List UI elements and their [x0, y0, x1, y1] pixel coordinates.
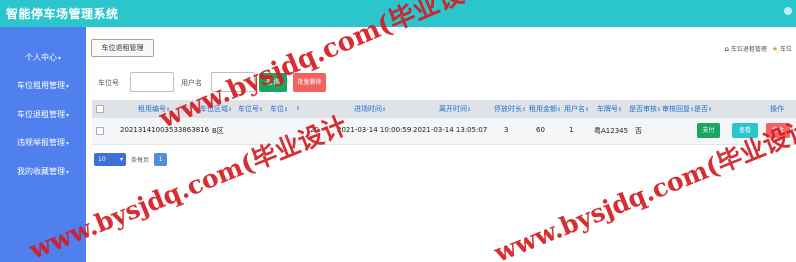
breadcrumb-item[interactable]: 车位	[780, 46, 792, 53]
cell-audited: 否	[635, 127, 642, 135]
col-spot-2[interactable]: 车位⇕	[270, 104, 288, 114]
sidebar-item-personal-center[interactable]: 个人中心▾	[0, 52, 86, 63]
sort-icon: ⇕	[467, 107, 472, 113]
cell-amount: 60	[536, 126, 545, 134]
col-actions: 操作	[770, 105, 784, 113]
sort-icon: ⇕	[657, 107, 662, 113]
col-duration[interactable]: 停放时长⇕	[494, 104, 526, 114]
per-page-label: 条每页	[131, 157, 150, 164]
row-checkbox[interactable]	[96, 127, 104, 135]
col-plate[interactable]: 车牌号⇕	[597, 104, 622, 114]
chevron-down-icon: ▾	[65, 140, 69, 147]
sort-icon: ⇕	[284, 107, 289, 113]
cell-duration: 3	[504, 126, 509, 134]
col-reply[interactable]: 审核回复⇕	[662, 104, 694, 114]
cell-rental-id: 20213141003533863816	[120, 126, 210, 134]
chevron-down-icon: ▾	[57, 55, 61, 62]
sidebar-item-violation-report[interactable]: 违规举报管理▾	[0, 137, 86, 148]
pay-button[interactable]: 支付	[697, 123, 720, 138]
main-content: 车位退租管理 ⌂ 车位退租管理 ★ 车位 车位号 用户名 查询 批量删除 租用编…	[86, 27, 796, 262]
page-size-select[interactable]: 10 ▾	[94, 153, 126, 166]
chevron-down-icon: ▾	[119, 156, 123, 163]
col-audited[interactable]: 是否审核⇕	[629, 104, 661, 114]
breadcrumb: ⌂ 车位退租管理 ★ 车位	[724, 44, 792, 53]
chevron-down-icon: ▾	[65, 169, 69, 176]
page-number-current[interactable]: 1	[154, 153, 167, 166]
tab-spot-return[interactable]: 车位退租管理	[91, 39, 154, 57]
sidebar-item-label: 我的收藏管理	[16, 167, 65, 176]
batch-delete-button[interactable]: 批量删除	[293, 73, 326, 92]
table-header: 租用编号⇕ 车位区域⇕ 车位号⇕ 车位⇕ ⇕ 进场时间⇕ 离开时间⇕ 停放时长⇕…	[92, 100, 796, 118]
sort-icon: ⇕	[585, 107, 590, 113]
spot-number-label: 车位号	[98, 79, 119, 87]
sidebar-item-spot-return[interactable]: 车位退租管理▾	[0, 109, 86, 120]
cell-area: B区	[212, 127, 224, 135]
sidebar-item-label: 违规举报管理	[16, 138, 65, 147]
col-hours[interactable]: ⇕	[296, 104, 300, 112]
sidebar-item-spot-rental[interactable]: 车位租用管理▾	[0, 80, 86, 91]
sort-icon: ⇕	[557, 107, 562, 113]
sort-icon: ⇕	[618, 107, 623, 113]
home-icon[interactable]: ⌂	[724, 45, 728, 53]
app-title: 智能停车场管理系统	[6, 7, 119, 21]
sort-icon: ⇕	[166, 107, 171, 113]
col-username[interactable]: 用户名⇕	[564, 104, 589, 114]
col-amount[interactable]: 租用金额⇕	[529, 104, 561, 114]
col-rental-id[interactable]: 租用编号⇕	[138, 104, 170, 114]
select-all-checkbox[interactable]	[96, 105, 104, 113]
col-paid[interactable]: 是否⇕	[694, 104, 712, 114]
cell-plate: 粤A12345	[594, 127, 629, 135]
top-header: 智能停车场管理系统	[0, 0, 796, 27]
user-avatar[interactable]	[784, 7, 792, 15]
cell-username: 1	[569, 126, 574, 134]
sort-icon: ⇕	[259, 107, 264, 113]
col-leave-time[interactable]: 离开时间⇕	[439, 104, 471, 114]
breadcrumb-item[interactable]: 车位退租管理	[731, 46, 767, 53]
sort-icon: ⇕	[296, 106, 301, 112]
cell-leave-time: 2021-03-14 13:05:07	[413, 126, 488, 134]
edit-button[interactable]: 修改	[766, 123, 790, 138]
chevron-down-icon: ▾	[65, 112, 69, 119]
sidebar-item-label: 个人中心	[24, 53, 57, 62]
view-button[interactable]: 查看	[732, 123, 758, 138]
username-input[interactable]	[211, 72, 255, 92]
sort-icon: ⇕	[522, 107, 527, 113]
cell-hours: 20	[310, 126, 319, 134]
username-label: 用户名	[181, 79, 202, 87]
col-area[interactable]: 车位区域⇕	[200, 104, 232, 114]
sort-icon: ⇕	[382, 107, 387, 113]
col-spot[interactable]: 车位号⇕	[238, 104, 263, 114]
search-button[interactable]: 查询	[259, 73, 287, 92]
sort-icon: ⇕	[708, 107, 713, 113]
sidebar-item-label: 车位退租管理	[16, 110, 65, 119]
chevron-down-icon: ▾	[65, 83, 69, 90]
cell-enter-time: 2021-03-14 10:00:59	[337, 126, 412, 134]
sidebar: 个人中心▾ 车位租用管理▾ 车位退租管理▾ 违规举报管理▾ 我的收藏管理▾	[0, 27, 86, 262]
sidebar-item-favorites[interactable]: 我的收藏管理▾	[0, 166, 86, 177]
table-row[interactable]: 20213141003533863816 B区 20 2021-03-14 10…	[92, 118, 796, 145]
sort-icon: ⇕	[228, 107, 233, 113]
col-enter-time[interactable]: 进场时间⇕	[354, 104, 386, 114]
sidebar-item-label: 车位租用管理	[16, 81, 65, 90]
star-icon: ★	[771, 45, 779, 53]
spot-number-input[interactable]	[130, 72, 174, 92]
